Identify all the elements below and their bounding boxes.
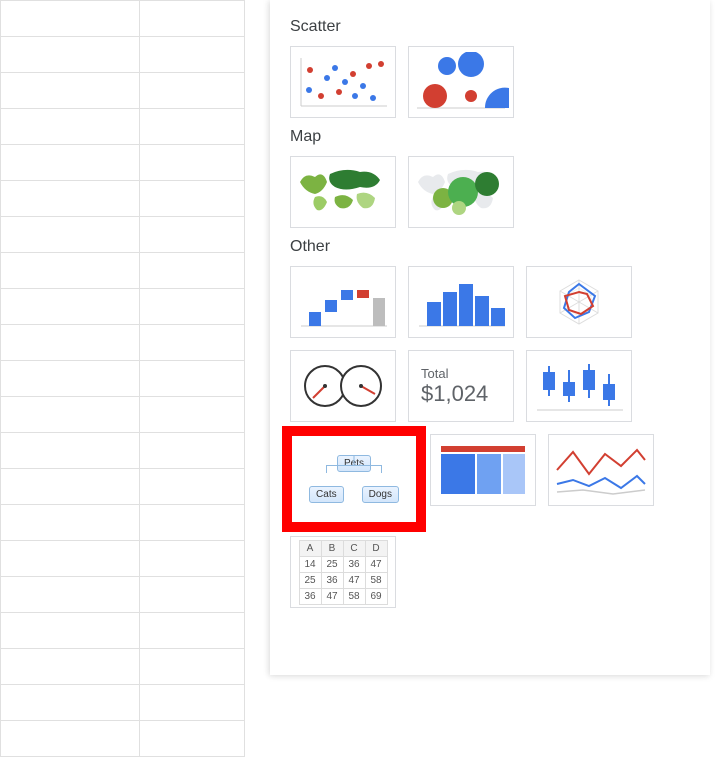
other-grid: Total $1,024 Pets Cats Dogs: [290, 266, 690, 608]
section-title-scatter: Scatter: [290, 18, 690, 36]
table-header: C: [343, 540, 365, 556]
chart-type-geo-bubble[interactable]: [408, 156, 514, 228]
section-title-map: Map: [290, 128, 690, 146]
chart-type-waterfall[interactable]: [290, 266, 396, 338]
chart-type-candlestick[interactable]: [526, 350, 632, 422]
map-grid: [290, 156, 690, 228]
org-child-node: Cats: [309, 486, 344, 503]
chart-type-gauge[interactable]: [290, 350, 396, 422]
chart-type-histogram[interactable]: [408, 266, 514, 338]
chart-type-sparkline[interactable]: [548, 434, 654, 506]
table-header: A: [299, 540, 321, 556]
chart-type-scatter[interactable]: [290, 46, 396, 118]
scorecard-label: Total: [421, 366, 448, 381]
chart-type-bubble[interactable]: [408, 46, 514, 118]
chart-type-panel: Scatter: [270, 0, 710, 675]
table-header: B: [321, 540, 343, 556]
scatter-grid: [290, 46, 690, 118]
scorecard-value: $1,024: [421, 381, 488, 407]
chart-type-geo[interactable]: [290, 156, 396, 228]
chart-type-table[interactable]: A B C D 14 25 36 47 25 36 47 58: [290, 536, 396, 608]
spreadsheet-grid[interactable]: [0, 0, 245, 753]
chart-type-org-chart[interactable]: Pets Cats Dogs: [290, 434, 418, 524]
org-child-node: Dogs: [362, 486, 399, 503]
chart-type-treemap[interactable]: [430, 434, 536, 506]
chart-type-scorecard[interactable]: Total $1,024: [408, 350, 514, 422]
chart-type-radar[interactable]: [526, 266, 632, 338]
section-title-other: Other: [290, 238, 690, 256]
table-header: D: [365, 540, 387, 556]
